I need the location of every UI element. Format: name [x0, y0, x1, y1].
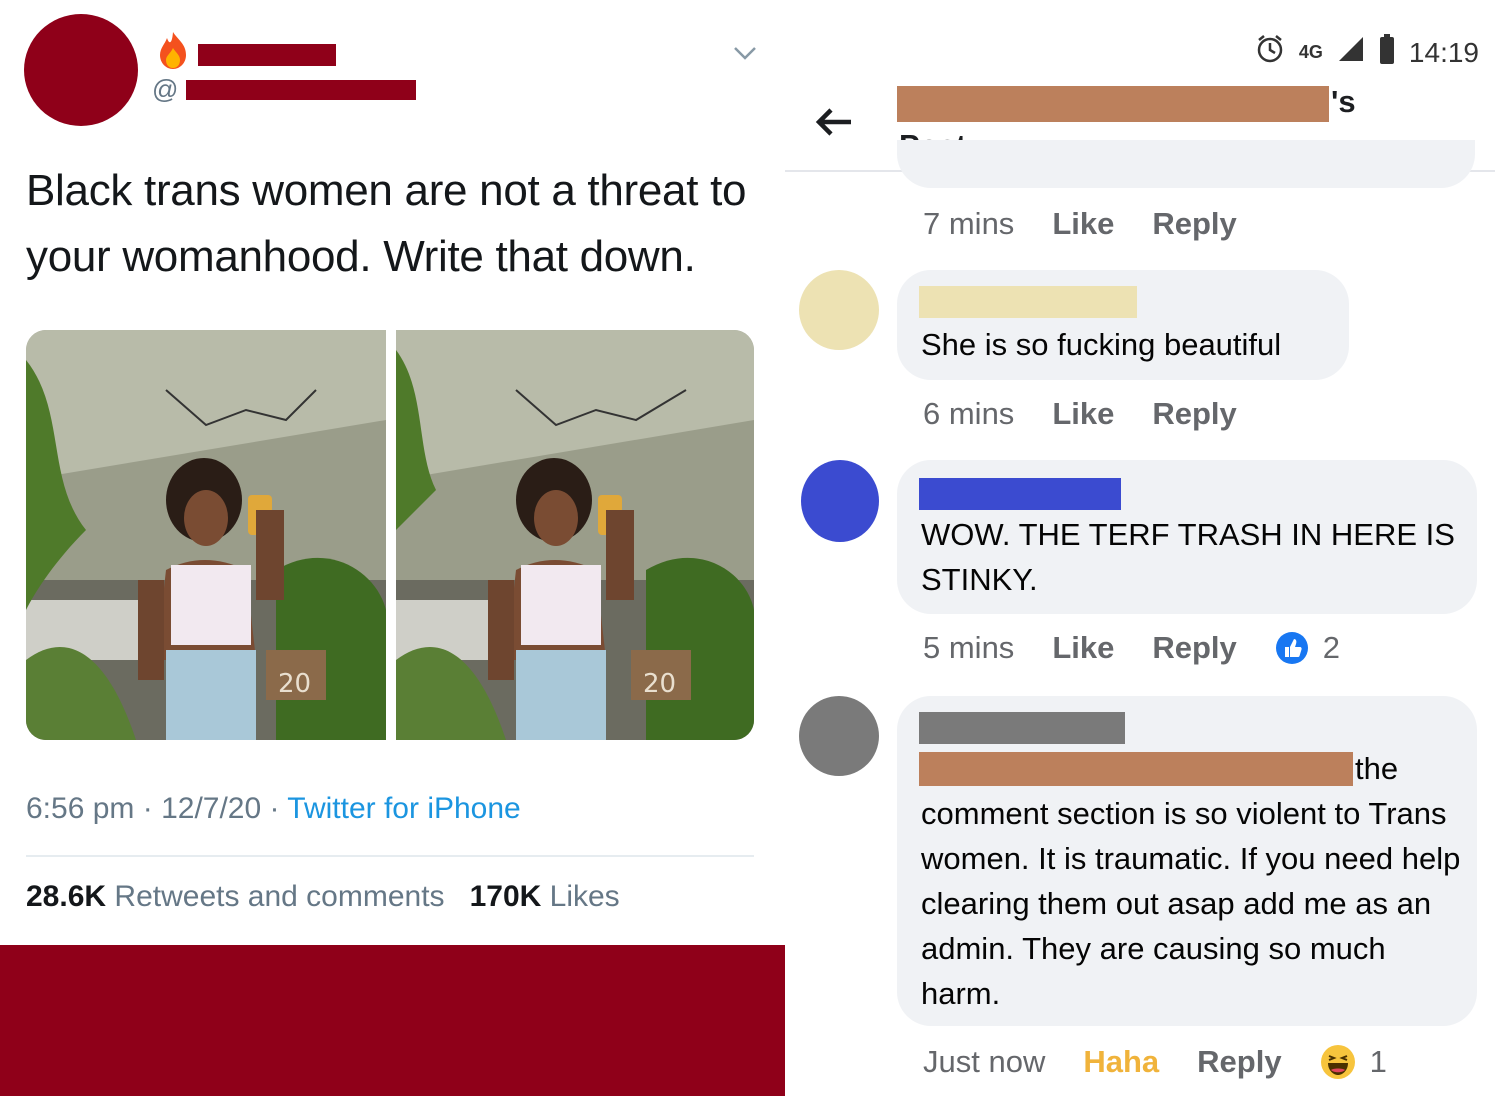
likes-label: Likes	[549, 880, 620, 913]
redacted-commenter-name	[919, 478, 1121, 510]
meta-separator: ·	[134, 792, 162, 825]
status-time: 14:19	[1408, 36, 1479, 68]
comment-actions: 5 mins Like Reply 2	[923, 630, 1378, 666]
network-type: 4G	[1298, 42, 1323, 62]
comment-text: comment section is so violent to Trans w…	[921, 796, 1461, 1011]
tweet-source-link[interactable]: Twitter for iPhone	[287, 792, 520, 825]
comment-text: She is so fucking beautiful	[921, 327, 1282, 362]
avatar[interactable]	[799, 270, 879, 350]
avatar-redacted[interactable]	[24, 14, 138, 126]
comment-actions: 6 mins Like Reply	[923, 396, 1275, 432]
redacted-display-name	[198, 44, 336, 66]
tweet-photo-2[interactable]: 20	[396, 330, 754, 740]
tweet-date[interactable]: 12/7/20	[161, 792, 261, 825]
facebook-panel: 4G 14:19 's Post 7 mins Like Reply She i…	[785, 0, 1495, 1096]
comment-bubble: WOW. THE TERF TRASH IN HERE IS STINKY.	[897, 460, 1477, 614]
like-icon	[1275, 631, 1309, 665]
like-button[interactable]: Like	[1052, 630, 1114, 666]
meta-separator: ·	[261, 792, 288, 825]
fire-icon	[156, 30, 190, 70]
reply-button[interactable]: Reply	[1152, 630, 1236, 666]
like-button[interactable]: Like	[1052, 396, 1114, 432]
reply-button[interactable]: Reply	[1197, 1044, 1281, 1080]
handle-prefix: @	[152, 74, 179, 104]
comment-bubble: the comment section is so violent to Tra…	[897, 696, 1477, 1026]
retweets-count: 28.6K	[26, 880, 107, 913]
like-button[interactable]: Like	[1052, 206, 1114, 242]
comment-time: 5 mins	[923, 630, 1015, 665]
redacted-handle	[186, 80, 416, 100]
redacted-commenter-name	[919, 286, 1137, 318]
comment-text-first-line-end: the	[1355, 751, 1399, 786]
tweet-panel: @ Black trans women are not a threat to …	[0, 0, 785, 1096]
comment-bubble-partial	[897, 140, 1475, 188]
avatar[interactable]	[801, 460, 879, 542]
comment-time: 7 mins	[923, 206, 1015, 241]
reaction-count[interactable]: 2	[1323, 630, 1340, 666]
reply-button[interactable]: Reply	[1152, 206, 1236, 242]
comment-time: Just now	[923, 1044, 1046, 1079]
haha-icon	[1320, 1044, 1356, 1080]
photo-sign-text-2: 20	[643, 669, 676, 699]
comment-text: WOW. THE TERF TRASH IN HERE IS STINKY.	[921, 517, 1455, 597]
chevron-down-icon[interactable]	[730, 38, 760, 68]
tweet-photo-1[interactable]: 20	[26, 330, 386, 740]
reply-button[interactable]: Reply	[1152, 396, 1236, 432]
redacted-block	[0, 945, 785, 1096]
tweet-stats: 28.6K Retweets and comments 170K Likes	[26, 880, 620, 914]
likes-stat[interactable]: 170K Likes	[470, 880, 620, 913]
signal-icon	[1337, 35, 1365, 70]
comment-bubble: She is so fucking beautiful	[897, 270, 1349, 380]
header-suffix: 's	[1331, 84, 1356, 119]
redacted-commenter-name	[919, 712, 1125, 744]
battery-icon	[1379, 34, 1395, 71]
avatar[interactable]	[799, 696, 879, 776]
haha-reaction-button[interactable]: Haha	[1083, 1044, 1159, 1080]
reaction-count[interactable]: 1	[1370, 1044, 1387, 1080]
retweets-label: Retweets and comments	[114, 880, 445, 913]
photo-sign-text: 20	[278, 669, 311, 699]
back-arrow-icon[interactable]	[813, 104, 853, 140]
comment-time: 6 mins	[923, 396, 1015, 431]
comment-actions: 7 mins Like Reply	[923, 206, 1275, 242]
tweet-text: Black trans women are not a threat to yo…	[26, 166, 747, 281]
comment-actions: Just now Haha Reply 1	[923, 1044, 1425, 1080]
likes-count: 170K	[469, 880, 542, 913]
divider	[26, 855, 754, 857]
redacted-group-name	[897, 86, 1329, 122]
redacted-mention	[919, 752, 1353, 786]
retweets-stat[interactable]: 28.6K Retweets and comments	[26, 880, 445, 913]
tweet-meta: 6:56 pm · 12/7/20 · Twitter for iPhone	[26, 792, 521, 826]
tweet-time: 6:56 pm	[26, 792, 135, 825]
alarm-icon	[1255, 34, 1285, 71]
status-bar: 4G 14:19	[1255, 34, 1479, 71]
